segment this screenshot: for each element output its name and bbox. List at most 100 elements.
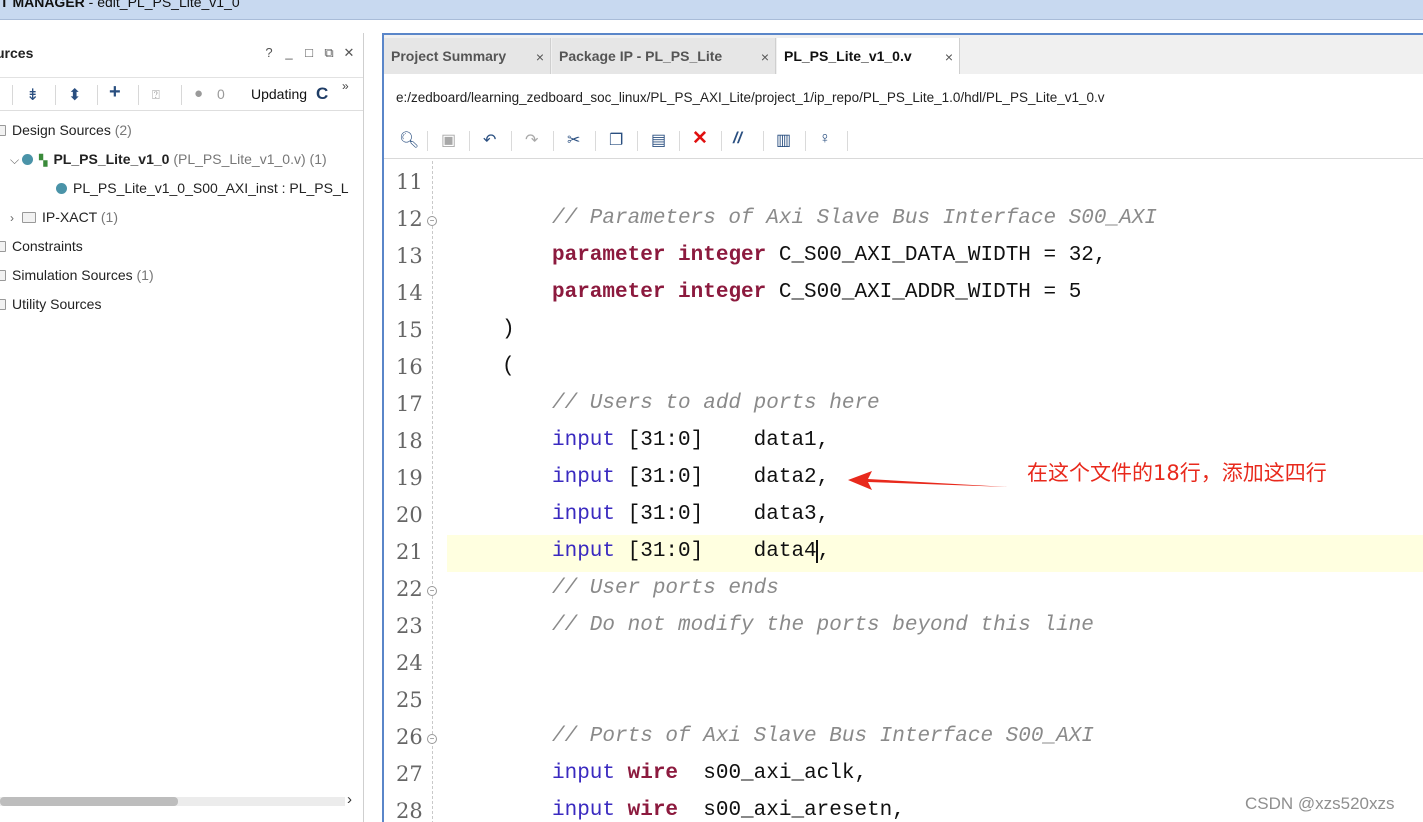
tree-item-design-sources[interactable]: Design Sources (2): [0, 118, 132, 142]
lightbulb-icon[interactable]: ♀: [819, 130, 831, 148]
tree-item-simulation-sources[interactable]: Simulation Sources (1): [0, 263, 154, 287]
sources-toolbar: ⇟ ⬍ + ⍰ ● 0 Updating C »: [0, 77, 363, 111]
close-tab-icon[interactable]: ×: [536, 39, 544, 75]
window-title-bar: T MANAGER - edit_PL_PS_Lite_v1_0: [0, 0, 1423, 20]
arrow-head: [848, 471, 1008, 490]
scroll-right-icon[interactable]: ›: [347, 791, 352, 808]
fold-icon[interactable]: −: [427, 586, 437, 596]
code-text: input [31:0] data2,: [552, 466, 830, 489]
add-sources-icon[interactable]: +: [109, 81, 121, 104]
scrollbar-thumb[interactable]: [0, 797, 178, 806]
code-text: input [31:0] data4,: [552, 540, 831, 563]
maximize-button[interactable]: □: [302, 45, 316, 61]
fold-icon[interactable]: −: [427, 734, 437, 744]
undo-icon[interactable]: ↶: [483, 130, 496, 150]
code-line[interactable]: 25: [384, 683, 1423, 720]
code-line[interactable]: 14 parameter integer C_S00_AXI_ADDR_WIDT…: [384, 276, 1423, 313]
code-line[interactable]: 12 − // Parameters of Axi Slave Bus Inte…: [384, 202, 1423, 239]
tree-item-instance[interactable]: PL_PS_Lite_v1_0_S00_AXI_inst : PL_PS_L: [56, 176, 349, 200]
paste-icon[interactable]: ▤: [651, 130, 666, 150]
copy-icon[interactable]: ❐: [609, 130, 623, 150]
delete-icon[interactable]: ✕: [692, 127, 708, 150]
more-tools-icon[interactable]: »: [342, 79, 349, 93]
code-line[interactable]: 23 // Do not modify the ports beyond thi…: [384, 609, 1423, 646]
code-line[interactable]: 16 (: [384, 350, 1423, 387]
toolbar-divider: [805, 131, 806, 151]
code-comment: // Users to add ports here: [552, 392, 880, 415]
line-number: 13: [396, 244, 423, 268]
line-number: 27: [396, 762, 423, 786]
toolbar-divider: [511, 131, 512, 151]
help-doc-icon[interactable]: ⍰: [152, 87, 160, 103]
chevron-down-icon[interactable]: ⌵: [10, 148, 22, 172]
tree-item-ip-xact[interactable]: › IP-XACT (1): [10, 205, 118, 229]
panel-window-buttons: ? _ □ ⧉ ✕: [262, 45, 356, 61]
line-number: 12: [396, 207, 423, 231]
toolbar-divider: [138, 85, 139, 105]
close-panel-button[interactable]: ✕: [342, 45, 356, 61]
save-icon[interactable]: ▣: [441, 130, 456, 150]
toolbar-divider: [553, 131, 554, 151]
code-line[interactable]: 24: [384, 646, 1423, 683]
window-title: T MANAGER - edit_PL_PS_Lite_v1_0: [0, 0, 240, 10]
tree-item-utility-sources[interactable]: Utility Sources: [0, 292, 101, 316]
tab-source-file[interactable]: PL_PS_Lite_v1_0.v ×: [777, 38, 960, 74]
code-line[interactable]: 15 ): [384, 313, 1423, 350]
collapse-all-icon[interactable]: ⇟: [26, 85, 39, 105]
code-line[interactable]: 22 − // User ports ends: [384, 572, 1423, 609]
toolbar-divider: [721, 131, 722, 151]
message-count: 0: [217, 86, 225, 102]
current-code-line[interactable]: 21 input [31:0] data4,: [396, 535, 1423, 572]
line-number: 15: [396, 318, 423, 342]
line-number: 24: [396, 651, 423, 675]
toolbar-divider: [181, 85, 182, 105]
tab-package-ip[interactable]: Package IP - PL_PS_Lite ×: [552, 38, 776, 74]
redo-icon[interactable]: ↷: [525, 130, 538, 150]
tree-item-constraints[interactable]: Constraints: [0, 234, 83, 258]
close-tab-icon[interactable]: ×: [945, 39, 953, 75]
tab-project-summary[interactable]: Project Summary ×: [384, 38, 551, 74]
code-text: (: [502, 355, 515, 378]
code-line[interactable]: 18 input [31:0] data1,: [384, 424, 1423, 461]
file-path: e:/zedboard/learning_zedboard_soc_linux/…: [396, 90, 1105, 105]
chevron-right-icon[interactable]: ›: [10, 206, 22, 230]
line-number: 16: [396, 355, 423, 379]
tree-item-top-module[interactable]: ⌵ ▚ PL_PS_Lite_v1_0 (PL_PS_Lite_v1_0.v) (1…: [10, 147, 327, 171]
column-select-icon[interactable]: ▥: [776, 130, 791, 150]
expand-all-icon[interactable]: ⬍: [68, 85, 81, 105]
code-text: parameter integer C_S00_AXI_ADDR_WIDTH =…: [552, 281, 1082, 304]
code-text: input [31:0] data1,: [552, 429, 830, 452]
help-button[interactable]: ?: [262, 45, 276, 61]
toolbar-divider: [427, 131, 428, 151]
comment-icon[interactable]: //: [733, 130, 742, 148]
folder-icon: [0, 299, 6, 310]
module-dot-icon: [22, 154, 33, 165]
code-line[interactable]: 17 // Users to add ports here: [384, 387, 1423, 424]
code-line[interactable]: 11: [384, 165, 1423, 202]
code-line[interactable]: 13 parameter integer C_S00_AXI_DATA_WIDT…: [384, 239, 1423, 276]
toolbar-divider: [55, 85, 56, 105]
toolbar-divider: [595, 131, 596, 151]
sources-panel-header: urces ? _ □ ⧉ ✕: [0, 33, 363, 77]
line-number: 22: [396, 577, 423, 601]
code-line[interactable]: 20 input [31:0] data3,: [384, 498, 1423, 535]
text-caret: ,: [815, 540, 831, 563]
refresh-icon[interactable]: C: [316, 84, 328, 104]
float-button[interactable]: ⧉: [322, 45, 336, 61]
close-tab-icon[interactable]: ×: [761, 39, 769, 75]
code-text: input [31:0] data3,: [552, 503, 830, 526]
line-number: 18: [396, 429, 423, 453]
status-dot-icon: ●: [194, 85, 204, 102]
code-line[interactable]: 26 − // Ports of Axi Slave Bus Interface…: [384, 720, 1423, 757]
line-number: 25: [396, 688, 423, 712]
hierarchy-icon: ▚: [39, 155, 48, 167]
search-icon[interactable]: 🔍︎: [399, 130, 419, 150]
horizontal-scrollbar[interactable]: ›: [0, 791, 363, 810]
line-number: 21: [396, 540, 423, 564]
toolbar-divider: [12, 85, 13, 105]
fold-icon[interactable]: −: [427, 216, 437, 226]
toolbar-divider: [97, 85, 98, 105]
cut-icon[interactable]: ✂: [567, 130, 580, 150]
minimize-button[interactable]: _: [282, 45, 296, 61]
code-line[interactable]: 27 input wire s00_axi_aclk,: [384, 757, 1423, 794]
